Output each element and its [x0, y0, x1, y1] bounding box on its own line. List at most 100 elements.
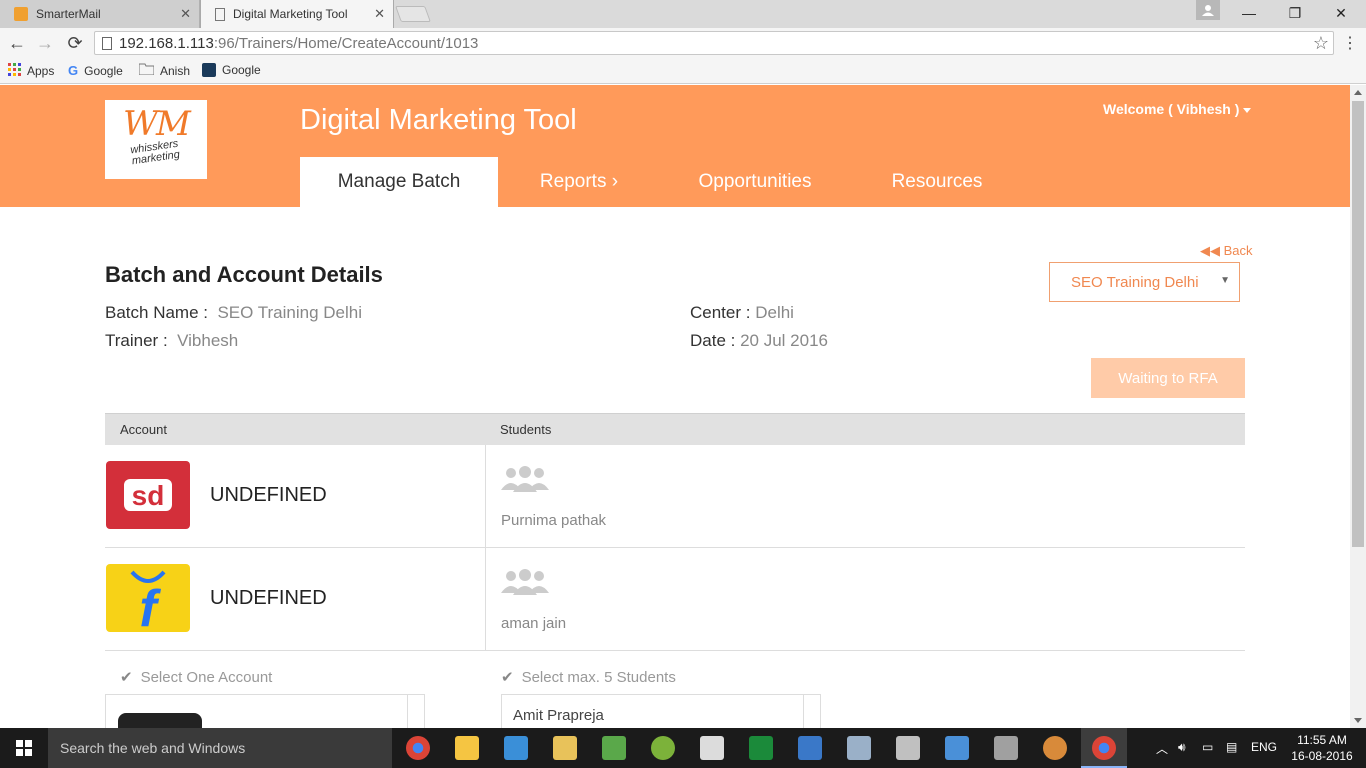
back-link[interactable]: ◀◀ Back	[1200, 243, 1253, 259]
dropdown-arrow-icon: ▼	[1220, 275, 1230, 286]
bookmark-apps[interactable]: Apps	[8, 63, 54, 79]
check-icon: ✔	[120, 669, 133, 686]
file-explorer-icon[interactable]	[455, 736, 479, 760]
scroll-down-icon[interactable]	[1354, 718, 1362, 723]
browser-tab-strip: SmarterMail ✕ Digital Marketing Tool ✕ —…	[0, 0, 1366, 28]
center-label: Center :	[690, 303, 751, 322]
taskbar-search[interactable]: Search the web and Windows	[48, 728, 392, 768]
date-field: Date : 20 Jul 2016	[690, 331, 828, 351]
tray-chevron-icon[interactable]: ︿	[1156, 740, 1168, 757]
document-app-icon[interactable]	[994, 736, 1018, 760]
browser-tab-digital-marketing[interactable]: Digital Marketing Tool ✕	[200, 0, 394, 28]
scroll-thumb[interactable]	[1352, 101, 1364, 547]
folder-icon	[138, 63, 155, 78]
minimize-icon[interactable]: —	[1226, 0, 1272, 26]
settings-tools-icon[interactable]	[896, 736, 920, 760]
calculator-icon[interactable]	[700, 736, 724, 760]
app-icon[interactable]	[798, 736, 822, 760]
bookmark-label: Google	[84, 63, 123, 78]
mail-icon	[14, 7, 28, 21]
account-name[interactable]: UNDEFINED	[210, 484, 327, 507]
remote-desktop-icon[interactable]	[504, 736, 528, 760]
windows-start-icon[interactable]	[0, 728, 48, 768]
reload-icon[interactable]: ⟳	[64, 33, 86, 53]
batch-name-field: Batch Name : SEO Training Delhi	[105, 303, 362, 323]
center-field: Center : Delhi	[690, 303, 794, 323]
scroll-up-icon[interactable]	[1354, 90, 1362, 95]
nav-tab-resources[interactable]: Resources	[870, 157, 1004, 207]
bookmark-site-icon	[202, 63, 216, 77]
address-bar[interactable]: 192.168.1.113:96/Trainers/Home/CreateAcc…	[94, 31, 1334, 55]
close-tab-icon[interactable]: ✕	[180, 6, 191, 22]
student-option[interactable]: Amit Prapreja	[513, 707, 604, 724]
students-group-icon	[501, 464, 549, 499]
image-viewer-icon[interactable]	[847, 736, 871, 760]
column-header-account: Account	[120, 422, 167, 437]
paint-icon[interactable]	[1043, 736, 1067, 760]
center-value: Delhi	[755, 303, 794, 322]
caret-down-icon	[1243, 107, 1252, 113]
chrome-icon	[1092, 736, 1116, 760]
company-logo[interactable]: WM whisskers marketing	[105, 100, 207, 179]
back-arrow-icon[interactable]: ←	[6, 33, 28, 53]
volume-icon[interactable]: 🔊︎	[1178, 740, 1186, 755]
page-info-icon[interactable]	[102, 37, 112, 50]
url-path: :96/Trainers/Home/CreateAccount/1013	[213, 34, 479, 52]
batch-select[interactable]: SEO Training Delhi ▼	[1049, 262, 1240, 302]
students-group-icon	[501, 567, 549, 602]
notification-icon[interactable]: ▤	[1226, 740, 1237, 754]
page-scrollbar[interactable]	[1350, 85, 1366, 728]
svg-text:sd: sd	[132, 480, 165, 511]
svg-text:f: f	[139, 580, 161, 632]
waiting-to-rfa-button[interactable]: Waiting to RFA	[1091, 358, 1245, 398]
tab-title: SmarterMail	[36, 7, 101, 21]
user-menu[interactable]: Welcome ( Vibhesh )	[1103, 101, 1252, 117]
forward-arrow-icon[interactable]: →	[34, 33, 56, 53]
bookmark-star-icon[interactable]: ☆	[1313, 33, 1329, 54]
taskbar-clock[interactable]: 11:55 AM 16-08-2016	[1290, 732, 1354, 764]
close-window-icon[interactable]: ✕	[1318, 0, 1364, 26]
nav-tab-manage-batch[interactable]: Manage Batch	[300, 157, 498, 207]
account-list[interactable]	[105, 694, 425, 729]
section-title: Batch and Account Details	[105, 262, 383, 287]
tool-app-icon[interactable]	[651, 736, 675, 760]
batch-name-value: SEO Training Delhi	[217, 303, 363, 322]
new-tab-button[interactable]	[395, 6, 431, 22]
select-account-hint: ✔ Select One Account	[120, 669, 273, 686]
trainer-label: Trainer :	[105, 331, 168, 350]
close-tab-icon[interactable]: ✕	[374, 6, 385, 22]
visual-studio-code-icon[interactable]	[749, 736, 773, 760]
student-name: Purnima pathak	[501, 512, 607, 529]
batch-select-value: SEO Training Delhi	[1071, 273, 1199, 291]
bookmark-anish[interactable]: Anish	[138, 63, 190, 78]
network-icon[interactable]: ▭	[1202, 740, 1213, 754]
welcome-text: Welcome ( Vibhesh )	[1103, 101, 1240, 117]
chrome-menu-icon[interactable]: ⋮	[1342, 33, 1358, 53]
tab-title: Digital Marketing Tool	[233, 7, 348, 21]
student-list[interactable]: Amit Prapreja	[501, 694, 821, 729]
logo-mark: WM	[123, 104, 191, 144]
account-option-logo[interactable]	[118, 713, 202, 729]
notes-app-icon[interactable]	[602, 736, 626, 760]
mail-app-icon[interactable]	[553, 736, 577, 760]
account-name[interactable]: UNDEFINED	[210, 587, 327, 610]
select-students-hint: ✔ Select max. 5 Students	[501, 669, 676, 686]
nav-tab-reports[interactable]: Reports ›	[510, 157, 648, 207]
nav-tab-opportunities[interactable]: Opportunities	[680, 157, 830, 207]
language-indicator[interactable]: ENG	[1251, 740, 1277, 754]
chrome-icon[interactable]	[406, 736, 430, 760]
profile-icon[interactable]	[1196, 0, 1220, 20]
bookmark-google[interactable]: G Google	[68, 63, 123, 78]
browser-tab-smartermail[interactable]: SmarterMail ✕	[0, 0, 200, 28]
app-window-icon[interactable]	[945, 736, 969, 760]
active-chrome-task[interactable]	[1081, 728, 1127, 768]
logo-text: whisskers marketing	[129, 137, 181, 168]
clock-time: 11:55 AM	[1297, 733, 1347, 747]
table-header: Account Students	[105, 413, 1245, 445]
bookmark-google-2[interactable]: Google	[202, 63, 261, 77]
page-icon	[215, 7, 225, 21]
restore-icon[interactable]: ❐	[1272, 0, 1318, 26]
date-value: 20 Jul 2016	[740, 331, 828, 350]
batch-name-label: Batch Name :	[105, 303, 208, 322]
windows-taskbar: Search the web and Windows ︿ 🔊︎ ▭ ▤ ENG …	[0, 728, 1366, 768]
